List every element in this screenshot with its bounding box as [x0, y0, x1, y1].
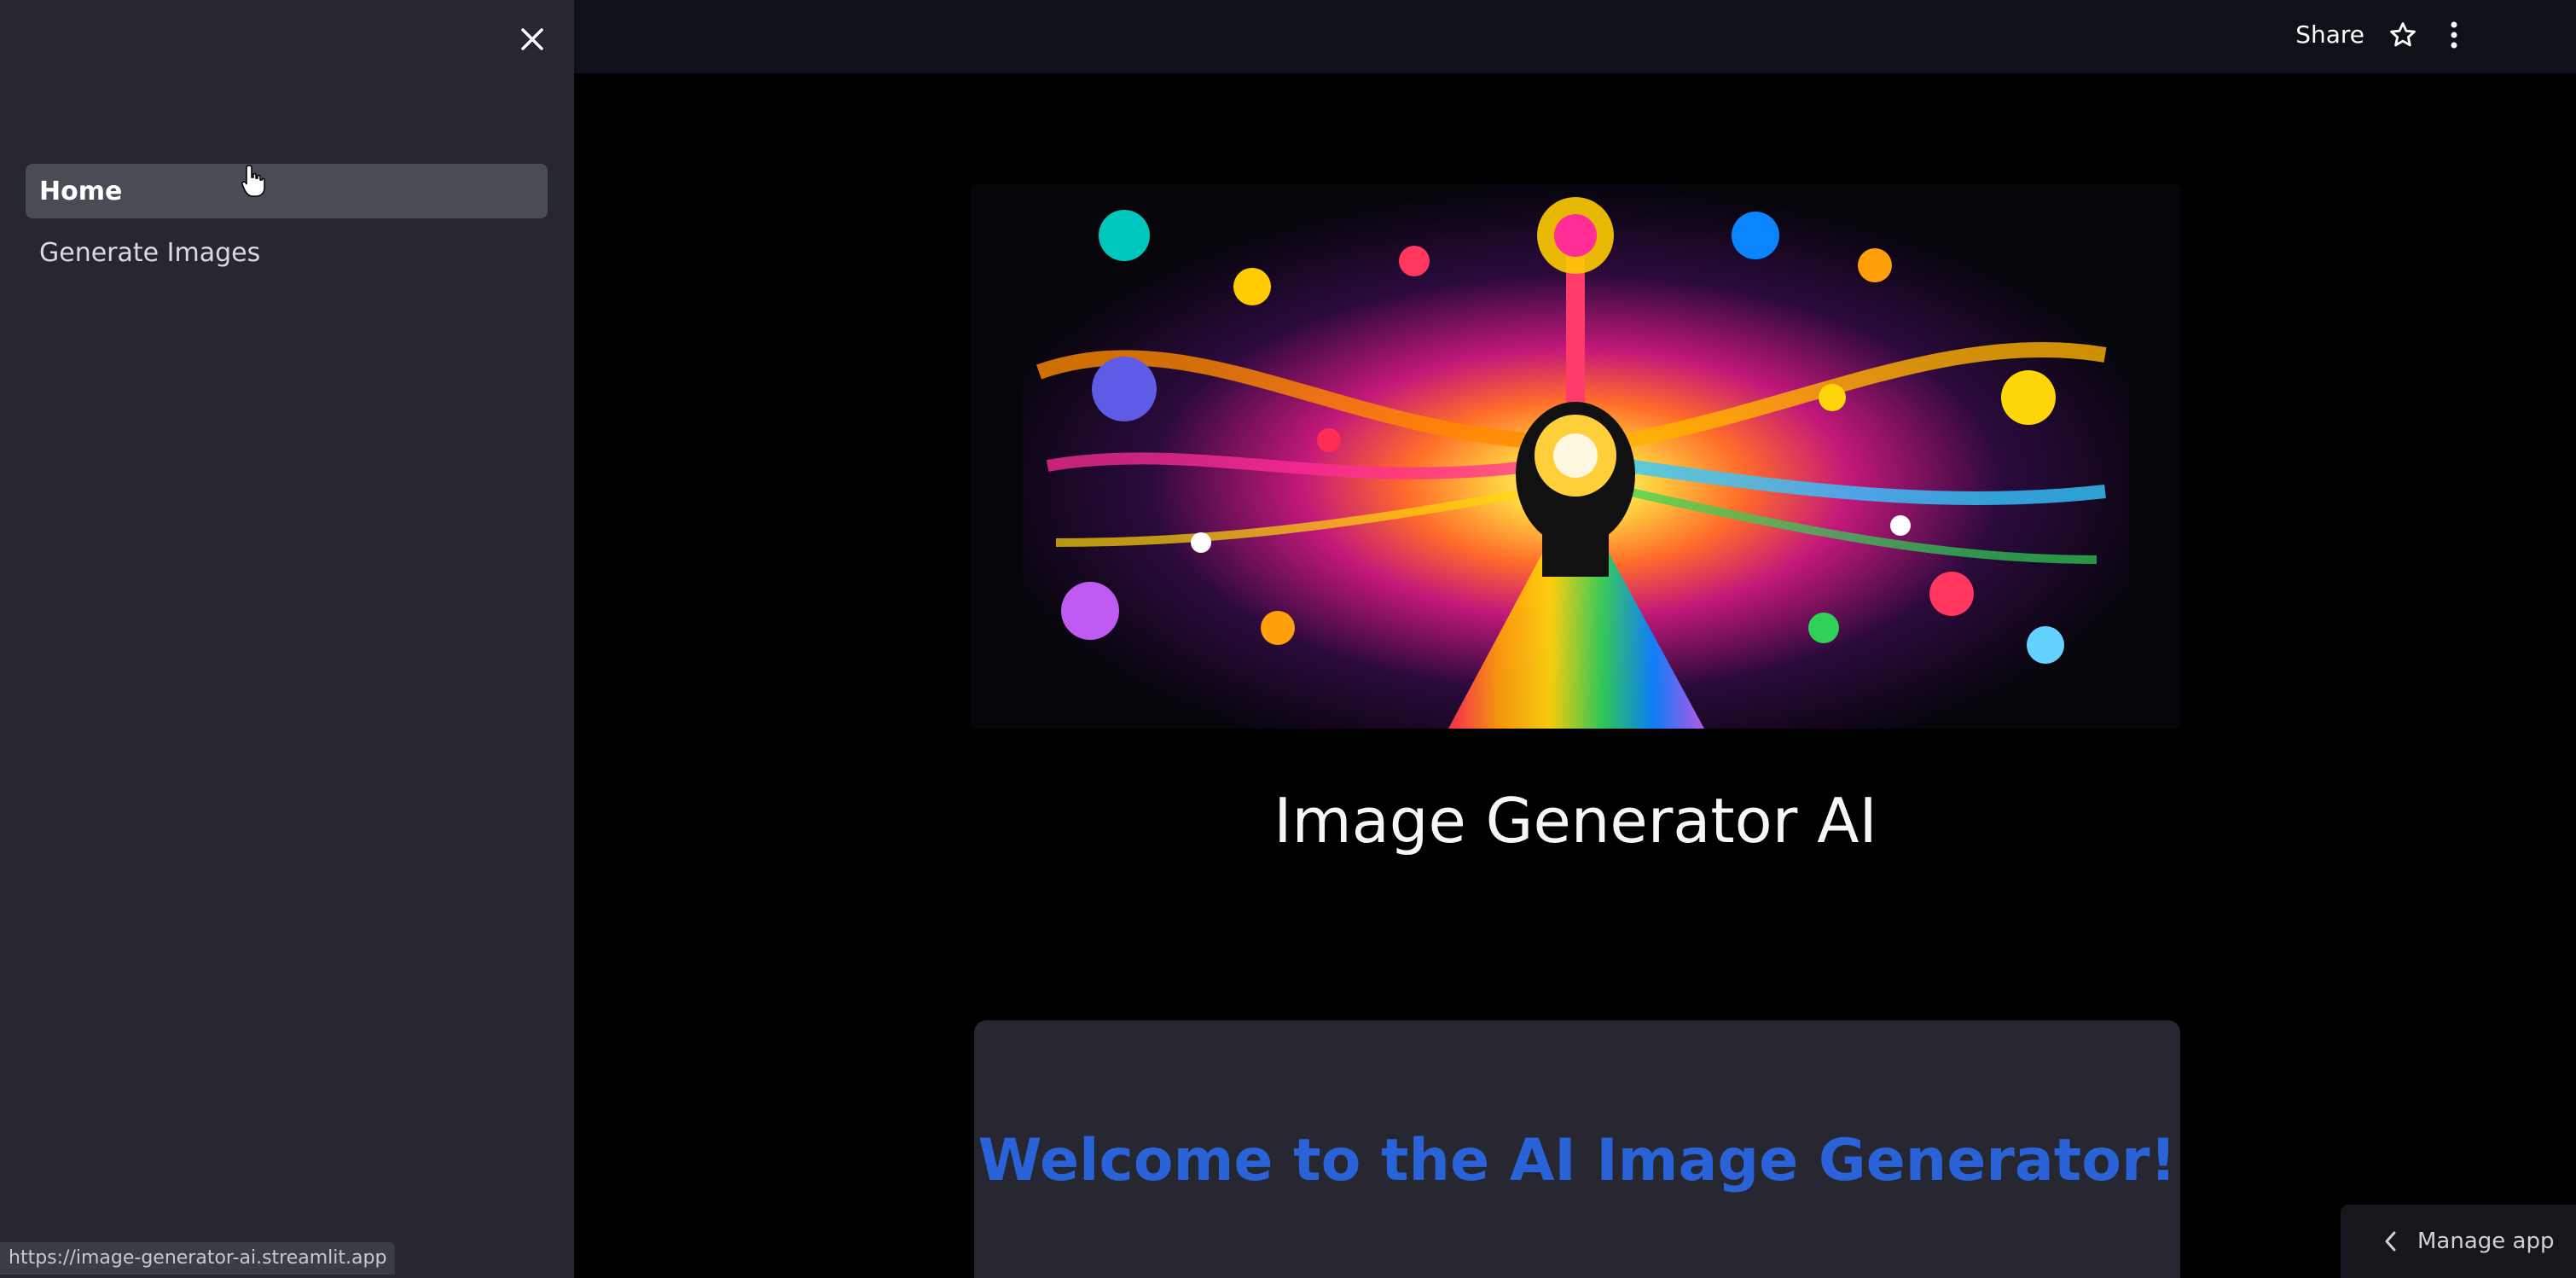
sidebar-nav: Home Generate Images [26, 164, 548, 287]
sidebar-item-home[interactable]: Home [26, 164, 548, 218]
close-icon [521, 28, 543, 50]
star-icon [2390, 22, 2416, 47]
manage-app-label: Manage app [2417, 1229, 2555, 1254]
page-title: Image Generator AI [1273, 785, 1877, 857]
sidebar-item-label: Home [39, 176, 123, 206]
status-bar-url: https://image-generator-ai.streamlit.app [0, 1242, 396, 1275]
favorite-button[interactable] [2383, 15, 2422, 55]
welcome-heading: Welcome to the AI Image Generator! [978, 1127, 2177, 1194]
manage-app-button[interactable]: Manage app [2341, 1205, 2576, 1278]
chevron-left-icon [2385, 1231, 2396, 1252]
share-button[interactable]: Share [2295, 15, 2364, 55]
sidebar-item-label: Generate Images [39, 237, 261, 268]
hero-image [971, 184, 2180, 729]
hand-cursor-icon [241, 165, 265, 197]
welcome-card: Welcome to the AI Image Generator! [974, 1020, 2180, 1278]
close-sidebar-button[interactable] [510, 17, 554, 61]
top-header: Share [574, 0, 2576, 73]
main-menu-button[interactable] [2434, 15, 2474, 55]
app-root: Home Generate Images https://image-gener… [0, 0, 2576, 1278]
sidebar: Home Generate Images https://image-gener… [0, 0, 574, 1278]
more-vertical-icon [2451, 21, 2457, 49]
sidebar-item-generate-images[interactable]: Generate Images [26, 225, 548, 280]
